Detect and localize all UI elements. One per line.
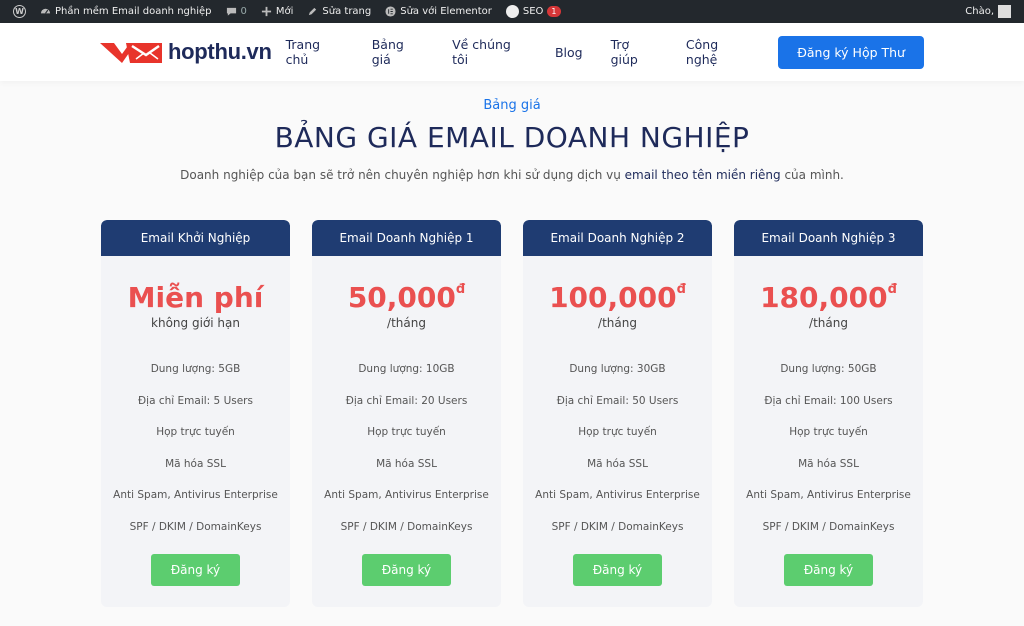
section-subtitle: Doanh nghiệp của bạn sẽ trở nên chuyên n… — [0, 168, 1024, 182]
plan-name: Email Khởi Nghiệp — [101, 220, 290, 256]
admin-site-link[interactable]: Phần mềm Email doanh nghiệp — [33, 0, 219, 23]
admin-elementor-link[interactable]: Sửa với Elementor — [378, 0, 499, 23]
plan-price: Miễn phí — [101, 281, 290, 314]
plan-card-startup: Email Khởi Nghiệp Miễn phí không giới hạ… — [101, 220, 290, 607]
admin-site-name: Phần mềm Email doanh nghiệp — [55, 6, 212, 17]
signup-button[interactable]: Đăng ký — [784, 554, 873, 586]
nav-item-blog[interactable]: Blog — [541, 45, 597, 60]
feature-meeting: Họp trực tuyến — [156, 426, 235, 438]
admin-greeting: Chào, — [965, 6, 994, 17]
admin-bar: W Phần mềm Email doanh nghiệp 0 Mới Sửa … — [0, 0, 1024, 23]
envelope-logo-icon — [100, 43, 162, 63]
feature-meeting: Họp trực tuyến — [789, 426, 868, 438]
nav-item-about[interactable]: Về chúng tôi — [438, 37, 541, 67]
logo-text: hopthu.vn — [168, 39, 272, 64]
feature-antispam: Anti Spam, Antivirus Enterprise — [535, 489, 700, 501]
feature-storage: Dung lượng: 50GB — [780, 363, 877, 375]
plan-name: Email Doanh Nghiệp 1 — [312, 220, 501, 256]
dashboard-icon — [40, 8, 51, 14]
comment-icon — [226, 7, 236, 16]
wordpress-logo-icon[interactable]: W — [6, 0, 33, 23]
feature-ssl: Mã hóa SSL — [587, 457, 648, 470]
feature-meeting: Họp trực tuyến — [367, 426, 446, 438]
seo-icon — [505, 5, 519, 18]
plan-name: Email Doanh Nghiệp 2 — [523, 220, 712, 256]
signup-button[interactable]: Đăng ký — [573, 554, 662, 586]
admin-seo-label: SEO — [522, 6, 544, 17]
feature-spf-dkim: SPF / DKIM / DomainKeys — [340, 520, 473, 533]
feature-users: Địa chỉ Email: 50 Users — [556, 394, 679, 407]
admin-seo-link[interactable]: SEO 1 — [499, 0, 568, 23]
feature-antispam: Anti Spam, Antivirus Enterprise — [324, 489, 489, 501]
plan-card-business-2: Email Doanh Nghiệp 2 100,000đ /tháng Dun… — [523, 220, 712, 607]
plus-icon — [261, 6, 271, 17]
plan-features: Dung lượng: 50GB Địa chỉ Email: 100 User… — [734, 354, 923, 543]
feature-users: Địa chỉ Email: 20 Users — [345, 394, 468, 407]
feature-ssl: Mã hóa SSL — [376, 457, 437, 470]
register-mailbox-button[interactable]: Đăng ký Hộp Thư — [778, 35, 924, 69]
section-kicker: Bảng giá — [483, 98, 541, 113]
feature-antispam: Anti Spam, Antivirus Enterprise — [746, 489, 911, 501]
plan-period: /tháng — [598, 316, 637, 330]
plan-price: 180,000đ — [734, 281, 923, 314]
plan-name: Email Doanh Nghiệp 3 — [734, 220, 923, 256]
feature-storage: Dung lượng: 5GB — [150, 363, 241, 375]
site-header: hopthu.vn Trang chủ Bảng giá Về chúng tô… — [0, 23, 1024, 81]
elementor-icon — [385, 6, 396, 17]
plan-price-value: Miễn phí — [127, 281, 264, 314]
page-title: BẢNG GIÁ EMAIL DOANH NGHIỆP — [274, 121, 750, 154]
feature-antispam: Anti Spam, Antivirus Enterprise — [113, 489, 278, 501]
signup-button[interactable]: Đăng ký — [151, 554, 240, 586]
plan-period: /tháng — [387, 316, 426, 330]
admin-elementor-label: Sửa với Elementor — [400, 6, 492, 17]
admin-comments-link[interactable]: 0 — [219, 0, 254, 23]
admin-new-label: Mới — [275, 6, 294, 17]
plan-price-currency: đ — [887, 282, 897, 297]
seo-notification-badge: 1 — [547, 6, 561, 17]
plan-price-currency: đ — [676, 282, 686, 297]
feature-spf-dkim: SPF / DKIM / DomainKeys — [551, 520, 684, 533]
nav-item-technology[interactable]: Công nghệ — [672, 37, 764, 67]
feature-storage: Dung lượng: 30GB — [569, 363, 666, 375]
feature-ssl: Mã hóa SSL — [798, 457, 859, 470]
nav-item-help[interactable]: Trợ giúp — [597, 37, 672, 67]
feature-storage: Dung lượng: 10GB — [358, 363, 455, 375]
feature-users: Địa chỉ Email: 5 Users — [138, 394, 253, 407]
admin-account-link[interactable]: Chào, — [958, 0, 1018, 23]
plan-price-value: 100,000 — [549, 281, 677, 314]
subtitle-text-start: Doanh nghiệp của bạn sẽ trở nên chuyên n… — [180, 168, 625, 182]
feature-users: Địa chỉ Email: 100 Users — [764, 394, 893, 407]
site-logo[interactable]: hopthu.vn — [100, 39, 272, 65]
main-nav: Trang chủ Bảng giá Về chúng tôi Blog Trợ… — [272, 35, 924, 69]
user-avatar — [998, 5, 1011, 18]
plan-features: Dung lượng: 5GB Địa chỉ Email: 5 Users H… — [101, 354, 290, 543]
plan-card-business-1: Email Doanh Nghiệp 1 50,000đ /tháng Dung… — [312, 220, 501, 607]
admin-edit-page-link[interactable]: Sửa trang — [300, 0, 378, 23]
plan-price-value: 50,000 — [347, 281, 456, 314]
plan-features: Dung lượng: 30GB Địa chỉ Email: 50 Users… — [523, 354, 712, 543]
plan-price: 50,000đ — [312, 281, 501, 314]
plan-card-business-3: Email Doanh Nghiệp 3 180,000đ /tháng Dun… — [734, 220, 923, 607]
nav-item-home[interactable]: Trang chủ — [272, 37, 358, 67]
plan-price-value: 180,000 — [760, 281, 888, 314]
comments-count: 0 — [240, 6, 247, 17]
pencil-icon — [309, 7, 317, 16]
plan-period: /tháng — [809, 316, 848, 330]
pricing-cards: Email Khởi Nghiệp Miễn phí không giới hạ… — [0, 220, 1024, 607]
plan-price-currency: đ — [455, 282, 466, 297]
plan-features: Dung lượng: 10GB Địa chỉ Email: 20 Users… — [312, 354, 501, 543]
nav-item-pricing[interactable]: Bảng giá — [358, 37, 438, 67]
plan-price: 100,000đ — [523, 281, 712, 314]
admin-edit-page-label: Sửa trang — [322, 6, 372, 17]
plan-period: không giới hạn — [151, 316, 240, 330]
pricing-section: Bảng giá BẢNG GIÁ EMAIL DOANH NGHIỆP Doa… — [0, 81, 1024, 607]
signup-button[interactable]: Đăng ký — [362, 554, 451, 586]
feature-spf-dkim: SPF / DKIM / DomainKeys — [129, 520, 262, 533]
subtitle-highlight: email theo tên miền riêng — [624, 168, 781, 182]
feature-ssl: Mã hóa SSL — [165, 457, 226, 470]
feature-meeting: Họp trực tuyến — [578, 426, 657, 438]
feature-spf-dkim: SPF / DKIM / DomainKeys — [762, 520, 895, 533]
subtitle-text-end: của mình. — [780, 168, 844, 182]
admin-new-link[interactable]: Mới — [254, 0, 301, 23]
